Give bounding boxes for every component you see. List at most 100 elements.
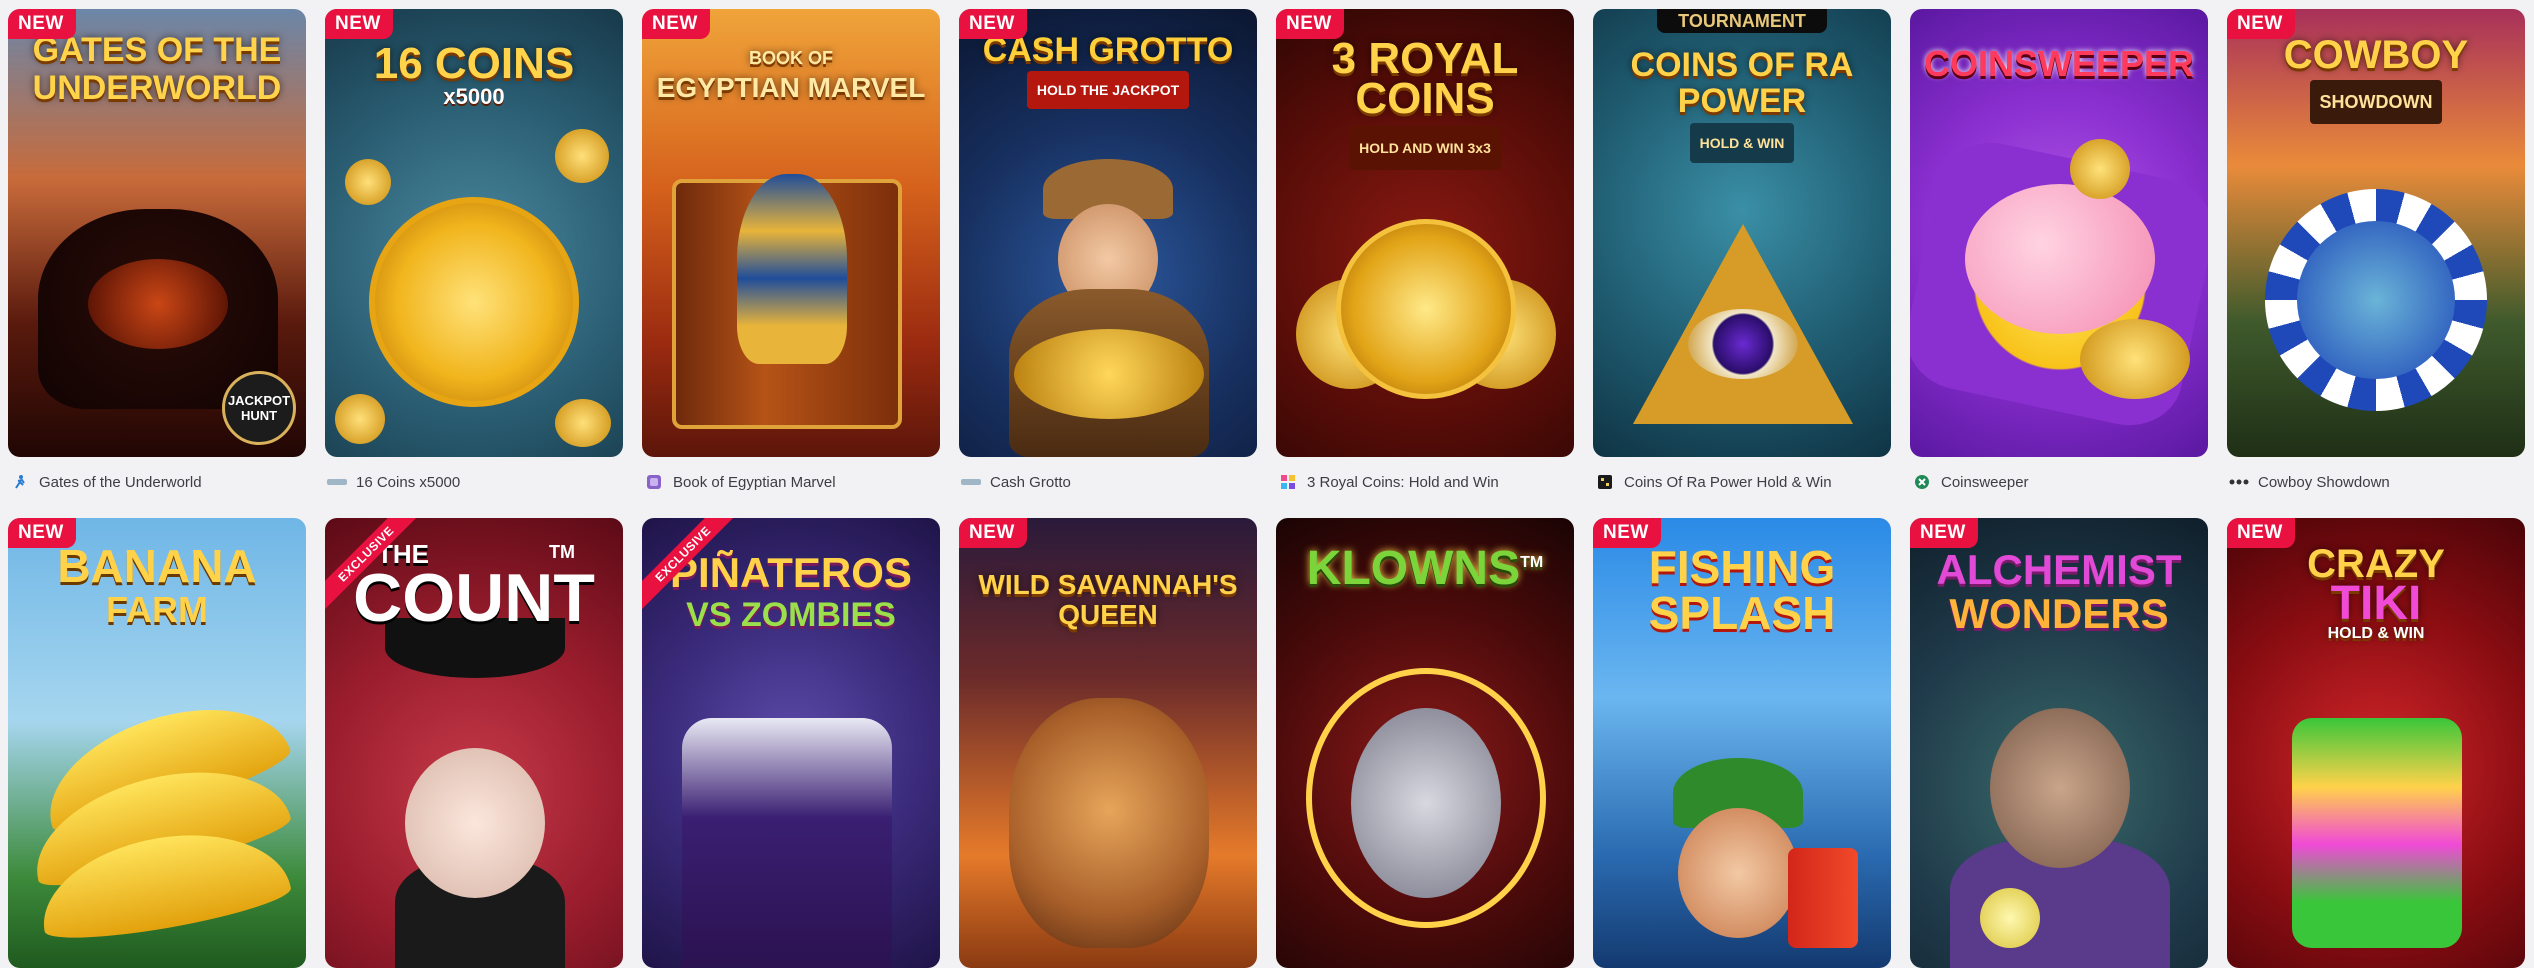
eye-of-ra-art [1688,309,1798,379]
game-thumbnail[interactable]: NEW WILD SAVANNAH'S QUEEN [959,518,1257,968]
small-coin-art [335,394,385,444]
game-caption: Coinsweeper [1910,457,2208,507]
black-square-provider-icon [1595,474,1615,490]
trademark-mark: TM [549,542,575,562]
game-card-book-of-egyptian-marvel[interactable]: NEW BOOK OF EGYPTIAN MARVEL Book of Egypt… [642,9,940,507]
new-badge: NEW [2227,9,2295,39]
game-logo: ALCHEMIST WONDERS [1936,546,2182,637]
new-badge: NEW [8,518,76,548]
game-card-16-coins[interactable]: NEW 16 COINS x5000 16 Coins x5000 [325,9,623,507]
game-title[interactable]: Coinsweeper [1941,474,2029,491]
small-coin-art [555,129,609,183]
game-thumbnail[interactable]: NEW BOOK OF EGYPTIAN MARVEL [642,9,940,457]
game-logo: 3 ROYAL COINS HOLD AND WIN 3x3 [1276,37,1574,170]
game-thumbnail[interactable]: NEW GATES OF THE UNDERWORLD JACKPOT HUNT [8,9,306,457]
game-logo: KLOWNSTM [1306,542,1544,595]
game-card-klowns[interactable]: KLOWNSTM [1276,518,1574,968]
game-thumbnail[interactable]: NEW 16 COINS x5000 [325,9,623,457]
game-thumbnail[interactable]: NEW FISHING SPLASH [1593,518,1891,968]
game-thumbnail[interactable]: NEW COWBOY SHOWDOWN [2227,9,2525,457]
game-thumbnail[interactable]: NEW 3 ROYAL COINS HOLD AND WIN 3x3 [1276,9,1574,457]
fire-art [88,259,228,349]
game-card-the-count[interactable]: EXCLUSIVE THE COUNT TM [325,518,623,968]
game-card-alchemist-wonders[interactable]: NEW ALCHEMIST WONDERS [1910,518,2208,968]
wazdan-provider-icon [961,474,981,490]
game-logo: COINSWEEPER [1923,43,2195,84]
new-badge: NEW [959,518,1027,548]
game-title[interactable]: Coins Of Ra Power Hold & Win [1624,474,1832,491]
new-badge: NEW [8,9,76,39]
cowboy-portrait-art [2297,221,2455,379]
gold-coin-art [369,197,579,407]
game-card-gates-of-the-underworld[interactable]: NEW GATES OF THE UNDERWORLD JACKPOT HUNT … [8,9,306,507]
game-title[interactable]: Gates of the Underworld [39,474,202,491]
wazdan-provider-icon [327,474,347,490]
lioness-art [1009,698,1209,948]
game-card-cowboy-showdown[interactable]: NEW COWBOY SHOWDOWN Cowboy Showdown [2227,9,2525,507]
game-thumbnail[interactable]: TOURNAMENT COINS OF RA POWER HOLD & WIN [1593,9,1891,457]
game-title[interactable]: Cash Grotto [990,474,1071,491]
green-circle-provider-icon [1912,474,1932,490]
game-caption: Coins Of Ra Power Hold & Win [1593,457,1891,507]
game-card-crazy-tiki[interactable]: NEW CRAZY TIKI HOLD & WIN [2227,518,2525,968]
game-title[interactable]: Cowboy Showdown [2258,474,2390,491]
new-badge: NEW [1910,518,1978,548]
game-thumbnail[interactable]: NEW CRAZY TIKI HOLD & WIN [2227,518,2525,968]
game-logo: GATES OF THE UNDERWORLD [32,31,282,107]
game-caption: Cash Grotto [959,457,1257,507]
fisherman-face-art [1678,808,1798,938]
game-title[interactable]: 3 Royal Coins: Hold and Win [1307,474,1499,491]
game-logo: FISHING SPLASH [1648,541,1836,639]
coin-pile-art [2080,319,2190,399]
colorful-provider-icon [1278,474,1298,490]
game-logo: PIÑATEROS VS ZOMBIES [670,549,912,635]
game-logo: BOOK OF EGYPTIAN MARVEL [656,48,926,103]
game-card-wild-savannahs-queen[interactable]: NEW WILD SAVANNAH'S QUEEN [959,518,1257,968]
small-coin-art [345,159,391,205]
game-card-coinsweeper[interactable]: COINSWEEPER Coinsweeper [1910,9,2208,507]
game-thumbnail[interactable]: NEW BANANA FARM [8,518,306,968]
game-logo: 16 COINS x5000 [373,39,575,109]
game-thumbnail[interactable]: KLOWNSTM [1276,518,1574,968]
new-badge: NEW [959,9,1027,39]
game-card-pinateros-vs-zombies[interactable]: EXCLUSIVE PIÑATEROS VS ZOMBIES [642,518,940,968]
vampire-face-art [405,748,545,898]
piggy-bank-art [1965,184,2155,334]
small-coin-art [555,399,611,447]
game-logo: BANANA FARM [57,540,257,630]
pharaoh-art [737,174,847,364]
game-card-fishing-splash[interactable]: NEW FISHING SPLASH [1593,518,1891,968]
game-logo: WILD SAVANNAH'S QUEEN [978,569,1238,630]
glowing-orb-art [1980,888,2040,948]
new-badge: NEW [2227,518,2295,548]
game-card-coins-of-ra-power[interactable]: TOURNAMENT COINS OF RA POWER HOLD & WIN Co… [1593,9,1891,507]
jackpot-hunt-badge: JACKPOT HUNT [222,371,296,445]
alchemist-face-art [1990,708,2130,868]
new-badge: NEW [325,9,393,39]
tiki-mask-art [2292,718,2462,948]
new-badge: NEW [642,9,710,39]
game-card-cash-grotto[interactable]: NEW CASH GROTTO HOLD THE JACKPOT Cash Gro… [959,9,1257,507]
runner-provider-icon [10,474,30,490]
game-thumbnail[interactable]: COINSWEEPER [1910,9,2208,457]
game-title[interactable]: 16 Coins x5000 [356,474,460,491]
game-thumbnail[interactable]: EXCLUSIVE THE COUNT TM [325,518,623,968]
game-title[interactable]: Book of Egyptian Marvel [673,474,836,491]
coin-art [2070,139,2130,199]
dynamite-art [1788,848,1858,948]
game-logo: CRAZY TIKI HOLD & WIN [2307,542,2445,642]
game-thumbnail[interactable]: EXCLUSIVE PIÑATEROS VS ZOMBIES [642,518,940,968]
game-thumbnail[interactable]: NEW ALCHEMIST WONDERS [1910,518,2208,968]
dots-provider-icon [2229,474,2249,490]
zombie-pinata-art [682,718,892,968]
game-caption: Gates of the Underworld [8,457,306,507]
coin-basket-art [1014,329,1204,419]
game-caption: 16 Coins x5000 [325,457,623,507]
game-caption: Cowboy Showdown [2227,457,2525,507]
purple-provider-icon [644,474,664,490]
game-thumbnail[interactable]: NEW CASH GROTTO HOLD THE JACKPOT [959,9,1257,457]
game-card-banana-farm[interactable]: NEW BANANA FARM [8,518,306,968]
crown-coin-art [1336,219,1516,399]
game-card-3-royal-coins[interactable]: NEW 3 ROYAL COINS HOLD AND WIN 3x3 3 Royal… [1276,9,1574,507]
clown-face-art [1351,708,1501,898]
